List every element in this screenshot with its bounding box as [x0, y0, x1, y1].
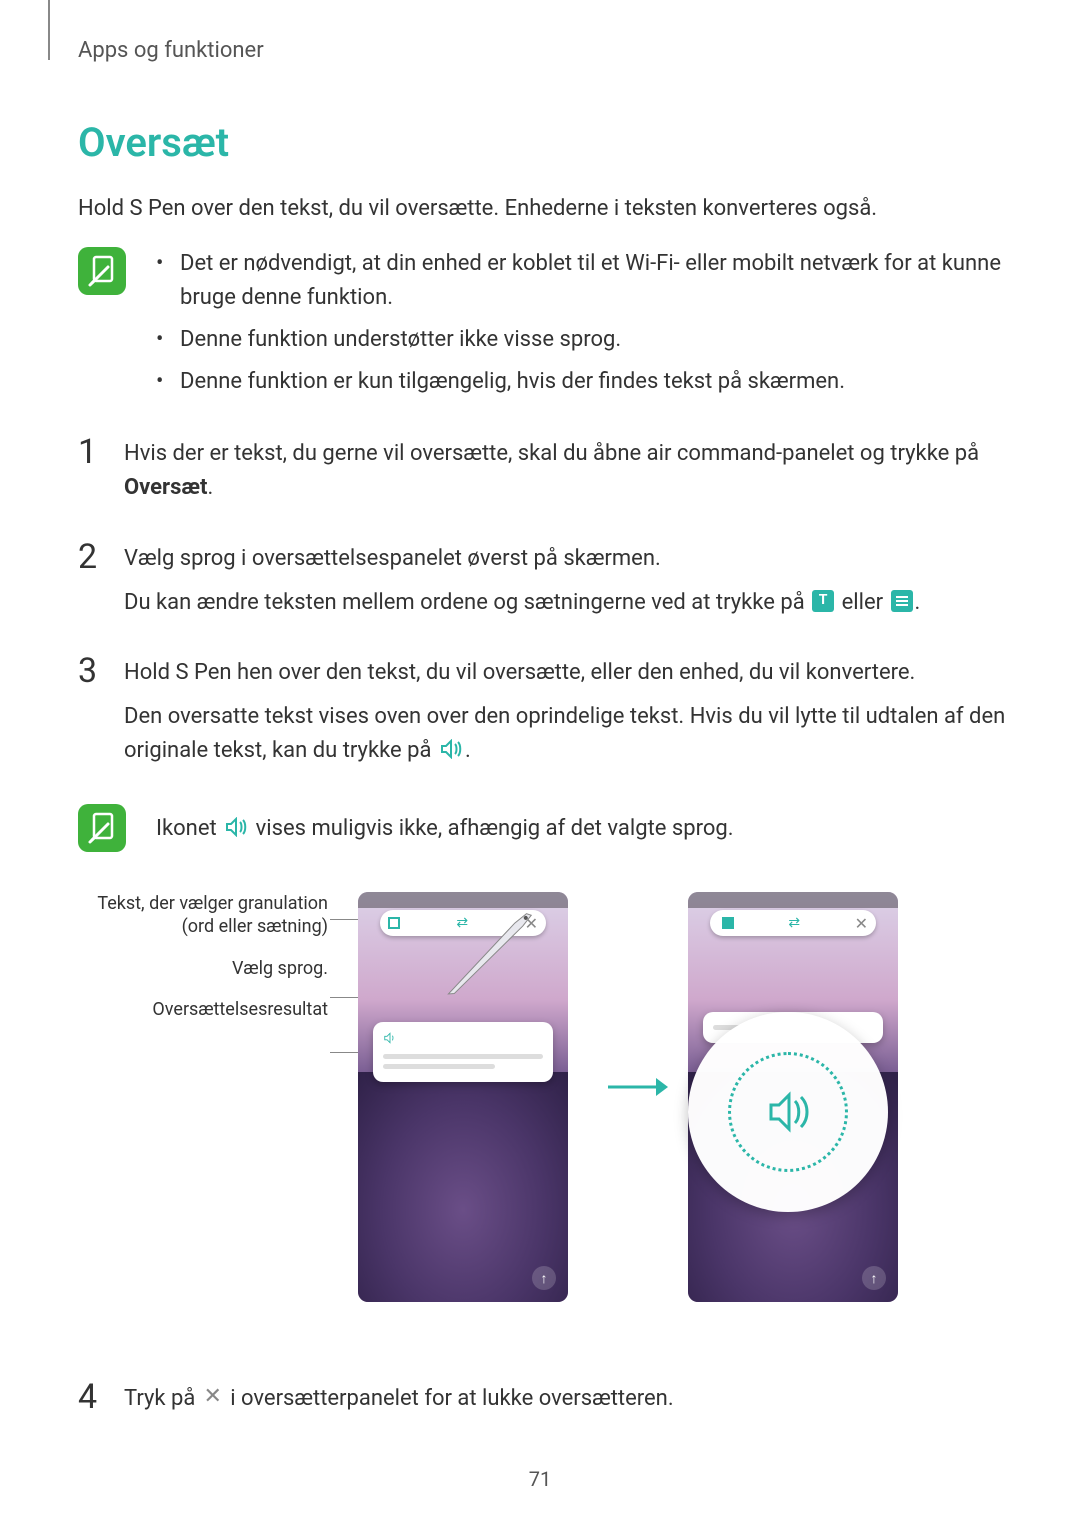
step-text: i oversætterpanelet for at lukke oversæt…	[225, 1386, 674, 1411]
scroll-up-icon: ↑	[532, 1266, 556, 1290]
callout-select-language: Vælg sprog.	[78, 957, 328, 980]
close-icon: ✕	[203, 1386, 223, 1408]
page-number: 71	[0, 1467, 1080, 1491]
speaker-icon	[439, 739, 463, 759]
speaker-icon	[383, 1030, 397, 1044]
callout-granulation: Tekst, der vælger granulation (ord eller…	[78, 892, 328, 939]
scroll-up-icon: ↑	[862, 1266, 886, 1290]
swap-icon: ⇄	[456, 915, 468, 931]
note-item: Denne funktion understøtter ikke visse s…	[156, 323, 1008, 357]
callout-translation-result: Oversættelsesresultat	[78, 998, 328, 1021]
step-text: Hold S Pen hen over den tekst, du vil ov…	[124, 656, 1008, 690]
step-number: 3	[78, 654, 104, 688]
translation-popup	[373, 1022, 553, 1082]
step-bold: Oversæt	[124, 475, 207, 500]
step-1: 1 Hvis der er tekst, du gerne vil oversæ…	[78, 437, 1008, 515]
note-text: vises muligvis ikke, afhængig af det val…	[250, 816, 733, 841]
note-item: Det er nødvendigt, at din enhed er koble…	[156, 247, 1008, 315]
breadcrumb: Apps og funktioner	[78, 38, 1008, 63]
step-text: Vælg sprog i oversættelsespanelet øverst…	[124, 542, 920, 576]
speaker-icon	[763, 1087, 813, 1137]
note-text: Ikonet	[156, 816, 222, 841]
note-block-2: Ikonet vises muligvis ikke, afhængig af …	[78, 804, 1008, 852]
step-2: 2 Vælg sprog i oversættelsespanelet øver…	[78, 542, 1008, 630]
step-text: .	[915, 590, 921, 615]
screenshot-left: ⇄ ✕ ↑	[358, 892, 568, 1302]
close-icon: ✕	[855, 914, 868, 933]
arrow-right-icon	[608, 1072, 668, 1106]
step-text: Den oversatte tekst vises oven over den …	[124, 704, 1005, 763]
speaker-icon	[224, 817, 248, 837]
page-title: Oversæt	[78, 119, 1008, 166]
sentence-mode-icon	[891, 590, 913, 612]
step-number: 2	[78, 540, 104, 574]
step-text: .	[465, 738, 471, 763]
swap-icon: ⇄	[788, 915, 800, 931]
note-icon	[78, 247, 126, 295]
note-block: Det er nødvendigt, at din enhed er koble…	[78, 247, 1008, 407]
intro-text: Hold S Pen over den tekst, du vil oversæ…	[78, 192, 1008, 225]
step-text: Hvis der er tekst, du gerne vil oversætt…	[124, 441, 979, 466]
step-number: 1	[78, 435, 104, 469]
step-4: 4 Tryk på ✕ i oversætterpanelet for at l…	[78, 1382, 1008, 1426]
step-3: 3 Hold S Pen hen over den tekst, du vil …	[78, 656, 1008, 778]
step-text: Tryk på	[124, 1386, 201, 1411]
note-item: Denne funktion er kun tilgængelig, hvis …	[156, 365, 1008, 399]
translator-panel: ⇄ ✕	[710, 910, 876, 936]
note-list: Det er nødvendigt, at din enhed er koble…	[156, 247, 1008, 407]
step-text: eller	[836, 590, 888, 615]
note-icon	[78, 804, 126, 852]
text-mode-icon: T	[812, 590, 834, 612]
step-number: 4	[78, 1380, 104, 1414]
zoom-lens	[688, 1012, 888, 1212]
step-text: .	[207, 475, 213, 500]
step-text: Du kan ændre teksten mellem ordene og sæ…	[124, 590, 810, 615]
figure: Tekst, der vælger granulation (ord eller…	[78, 892, 1008, 1342]
